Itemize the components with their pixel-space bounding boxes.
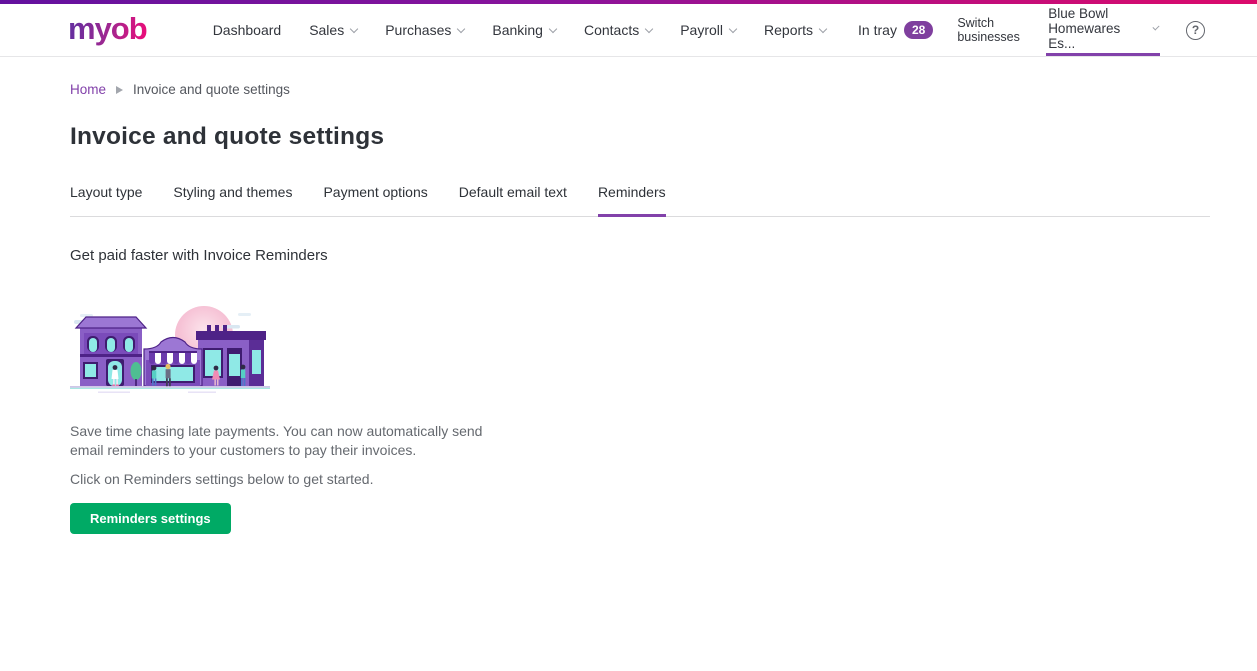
myob-logo[interactable]: myob bbox=[68, 13, 147, 48]
in-tray-badge: 28 bbox=[904, 21, 933, 39]
help-icon: ? bbox=[1186, 21, 1205, 40]
nav-sales[interactable]: Sales bbox=[309, 22, 357, 38]
reminders-heading: Get paid faster with Invoice Reminders bbox=[70, 247, 1210, 264]
breadcrumb-current: Invoice and quote settings bbox=[133, 82, 290, 97]
storefront-illustration bbox=[70, 298, 270, 394]
main-nav: Dashboard Sales Purchases Banking Contac… bbox=[213, 22, 826, 38]
tab-layout-type[interactable]: Layout type bbox=[70, 184, 142, 217]
nav-dashboard[interactable]: Dashboard bbox=[213, 22, 282, 38]
help-button[interactable]: ? bbox=[1186, 21, 1205, 40]
nav-reports-label: Reports bbox=[764, 22, 813, 38]
tab-reminders[interactable]: Reminders bbox=[598, 184, 666, 217]
main-content: Home Invoice and quote settings Invoice … bbox=[0, 82, 1257, 534]
nav-right: In tray 28 Switch businesses Blue Bowl H… bbox=[826, 4, 1205, 56]
settings-tabs: Layout type Styling and themes Payment o… bbox=[70, 184, 1210, 217]
breadcrumb: Home Invoice and quote settings bbox=[70, 82, 1210, 97]
tab-payment-options[interactable]: Payment options bbox=[323, 184, 427, 217]
nav-dashboard-label: Dashboard bbox=[213, 22, 282, 38]
page-title: Invoice and quote settings bbox=[70, 123, 1210, 151]
nav-payroll[interactable]: Payroll bbox=[680, 22, 736, 38]
chevron-down-icon bbox=[350, 24, 358, 32]
nav-purchases[interactable]: Purchases bbox=[385, 22, 464, 38]
tab-default-email-text[interactable]: Default email text bbox=[459, 184, 567, 217]
top-nav: myob Dashboard Sales Purchases Banking C… bbox=[0, 0, 1257, 57]
nav-in-tray[interactable]: In tray 28 bbox=[858, 21, 933, 39]
business-name: Blue Bowl Homewares Es... bbox=[1048, 6, 1147, 51]
nav-sales-label: Sales bbox=[309, 22, 344, 38]
business-selector[interactable]: Blue Bowl Homewares Es... bbox=[1046, 4, 1160, 56]
chevron-down-icon bbox=[1152, 23, 1159, 30]
in-tray-label: In tray bbox=[858, 22, 897, 38]
nav-contacts[interactable]: Contacts bbox=[584, 22, 652, 38]
nav-purchases-label: Purchases bbox=[385, 22, 451, 38]
nav-contacts-label: Contacts bbox=[584, 22, 639, 38]
breadcrumb-home-link[interactable]: Home bbox=[70, 82, 106, 97]
nav-banking-label: Banking bbox=[492, 22, 543, 38]
reminders-description: Save time chasing late payments. You can… bbox=[70, 422, 488, 460]
switch-businesses-link[interactable]: Switch businesses bbox=[957, 16, 1020, 44]
chevron-down-icon bbox=[457, 24, 465, 32]
chevron-down-icon bbox=[549, 24, 557, 32]
reminders-instruction: Click on Reminders settings below to get… bbox=[70, 470, 1210, 489]
tab-styling-and-themes[interactable]: Styling and themes bbox=[173, 184, 292, 217]
nav-bar: myob Dashboard Sales Purchases Banking C… bbox=[0, 4, 1257, 57]
nav-banking[interactable]: Banking bbox=[492, 22, 556, 38]
reminders-settings-button[interactable]: Reminders settings bbox=[70, 503, 231, 534]
nav-reports[interactable]: Reports bbox=[764, 22, 826, 38]
breadcrumb-arrow-icon bbox=[116, 86, 123, 94]
chevron-down-icon bbox=[645, 24, 653, 32]
chevron-down-icon bbox=[729, 24, 737, 32]
nav-payroll-label: Payroll bbox=[680, 22, 723, 38]
